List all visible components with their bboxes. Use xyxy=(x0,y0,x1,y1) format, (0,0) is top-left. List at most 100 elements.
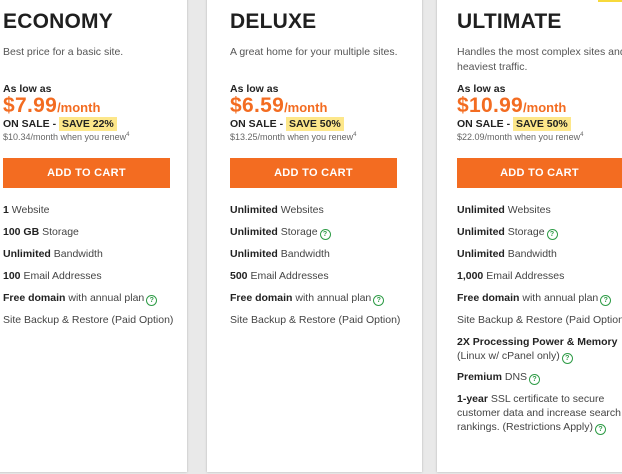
feature-item: Free domain with annual plan? xyxy=(230,291,385,306)
feature-highlight: Unlimited xyxy=(230,204,278,216)
feature-item: Unlimited Bandwidth xyxy=(3,247,103,261)
price-amount: $10.99 xyxy=(457,94,524,117)
add-to-cart-button[interactable]: ADD TO CART xyxy=(230,158,397,188)
feature-text: Email Addresses xyxy=(247,270,329,282)
feature-highlight: Unlimited xyxy=(457,204,505,216)
on-sale-label: ON SALE - xyxy=(230,118,284,130)
on-sale-label: ON SALE - xyxy=(457,118,511,130)
price: $6.59/month xyxy=(230,94,327,118)
price-period: /month xyxy=(57,100,101,115)
help-icon[interactable]: ? xyxy=(529,374,541,385)
feature-item: Unlimited Storage? xyxy=(457,225,558,240)
plan-description: Handles the most complex sites and heavie… xyxy=(457,45,622,75)
feature-highlight: Unlimited xyxy=(230,248,278,260)
feature-text: DNS xyxy=(501,371,528,383)
feature-text: customer data and increase search xyxy=(457,407,622,419)
feature-highlight: Free domain xyxy=(457,292,520,304)
feature-text: SSL certificate to secure xyxy=(487,393,605,405)
renewal-footnote: 4 xyxy=(580,132,584,138)
add-to-cart-button[interactable]: ADD TO CART xyxy=(3,158,170,188)
price-period: /month xyxy=(523,100,567,115)
renewal-footnote: 4 xyxy=(353,132,357,138)
renewal-price: $13.25/month when you renew4 xyxy=(230,132,356,142)
feature-item: Premium DNS? xyxy=(457,370,541,385)
help-icon[interactable]: ? xyxy=(373,295,385,306)
feature-text: Bandwidth xyxy=(50,248,103,260)
plan-name: DELUXE xyxy=(230,10,317,33)
feature-item: Unlimited Websites xyxy=(230,203,324,217)
feature-highlight: 1,000 xyxy=(457,270,484,282)
plan-card-economy: ECONOMY Best price for a basic site. As lo… xyxy=(0,0,187,472)
feature-text: Bandwidth xyxy=(277,248,330,260)
feature-highlight: 100 xyxy=(3,270,21,282)
feature-text: with annual plan xyxy=(292,292,372,304)
feature-text: Storage xyxy=(504,226,545,238)
renewal-text: $10.34/month when you renew xyxy=(3,132,127,142)
feature-highlight: 500 xyxy=(230,270,248,282)
feature-highlight: Free domain xyxy=(230,292,293,304)
renewal-price: $22.09/month when you renew4 xyxy=(457,132,583,142)
feature-text: Storage xyxy=(39,226,79,238)
feature-item: 1 Website xyxy=(3,203,50,217)
feature-highlight: Unlimited xyxy=(457,248,505,260)
feature-text: Site Backup & Restore (Paid Option) xyxy=(230,314,401,326)
feature-text: (Linux w/ cPanel only) xyxy=(457,350,560,362)
plan-description: A great home for your multiple sites. xyxy=(230,45,398,60)
feature-text: with annual plan xyxy=(65,292,145,304)
plan-card-deluxe: DELUXE A great home for your multiple sit… xyxy=(207,0,422,472)
feature-item: 2X Processing Power & Memory (Linux w/ cP… xyxy=(457,335,617,364)
feature-item: Free domain with annual plan? xyxy=(3,291,158,306)
feature-text: Bandwidth xyxy=(504,248,557,260)
feature-highlight: Unlimited xyxy=(3,248,51,260)
add-to-cart-button[interactable]: ADD TO CART xyxy=(457,158,622,188)
help-icon[interactable]: ? xyxy=(146,295,158,306)
description-line: Handles the most complex sites and xyxy=(457,46,622,58)
feature-item: Free domain with annual plan? xyxy=(457,291,612,306)
renewal-text: $13.25/month when you renew xyxy=(230,132,354,142)
help-icon[interactable]: ? xyxy=(561,353,573,364)
renewal-text: $22.09/month when you renew xyxy=(457,132,581,142)
feature-text: Websites xyxy=(277,204,324,216)
sale-line: ON SALE - SAVE 22% xyxy=(3,117,117,131)
help-icon[interactable]: ? xyxy=(546,229,558,240)
help-icon[interactable]: ? xyxy=(594,424,606,435)
price-amount: $7.99 xyxy=(3,94,58,117)
feature-text: Email Addresses xyxy=(20,270,102,282)
feature-item: 500 Email Addresses xyxy=(230,269,329,283)
feature-item: 100 GB Storage xyxy=(3,225,79,239)
save-badge: SAVE 22% xyxy=(59,117,117,131)
feature-text: rankings. (Restrictions Apply) xyxy=(457,421,593,433)
feature-highlight: Unlimited xyxy=(457,226,505,238)
feature-text: with annual plan xyxy=(519,292,599,304)
on-sale-label: ON SALE - xyxy=(3,118,57,130)
price: $7.99/month xyxy=(3,94,100,118)
sale-line: ON SALE - SAVE 50% xyxy=(230,117,344,131)
renewal-footnote: 4 xyxy=(126,132,130,138)
feature-highlight: Unlimited xyxy=(230,226,278,238)
feature-highlight: Free domain xyxy=(3,292,66,304)
feature-text: Site Backup & Restore (Paid Option) xyxy=(457,314,622,326)
feature-item: Site Backup & Restore (Paid Option) xyxy=(230,313,400,327)
feature-item: 100 Email Addresses xyxy=(3,269,102,283)
help-icon[interactable]: ? xyxy=(319,229,331,240)
plan-description: Best price for a basic site. xyxy=(3,45,123,60)
description-line: heaviest traffic. xyxy=(457,61,528,73)
feature-highlight: 1-year xyxy=(457,393,488,405)
save-badge: SAVE 50% xyxy=(513,117,571,131)
feature-text: Site Backup & Restore (Paid Option) xyxy=(3,314,174,326)
feature-item: Site Backup & Restore (Paid Option) xyxy=(3,313,173,327)
feature-item: Unlimited Bandwidth xyxy=(230,247,330,261)
feature-item: Unlimited Storage? xyxy=(230,225,331,240)
help-icon[interactable]: ? xyxy=(600,295,612,306)
price: $10.99/month xyxy=(457,94,566,118)
price-period: /month xyxy=(284,100,328,115)
feature-highlight: 2X Processing Power & Memory xyxy=(457,336,618,348)
renewal-price: $10.34/month when you renew4 xyxy=(3,132,129,142)
feature-highlight: 100 GB xyxy=(3,226,40,238)
feature-text: Email Addresses xyxy=(483,270,565,282)
feature-item: 1-year SSL certificate to secure customer… xyxy=(457,392,621,435)
description-line: Best price for a basic site. xyxy=(3,46,124,58)
feature-highlight: Premium xyxy=(457,371,502,383)
feature-item: Site Backup & Restore (Paid Option) xyxy=(457,313,622,327)
feature-item: 1,000 Email Addresses xyxy=(457,269,564,283)
